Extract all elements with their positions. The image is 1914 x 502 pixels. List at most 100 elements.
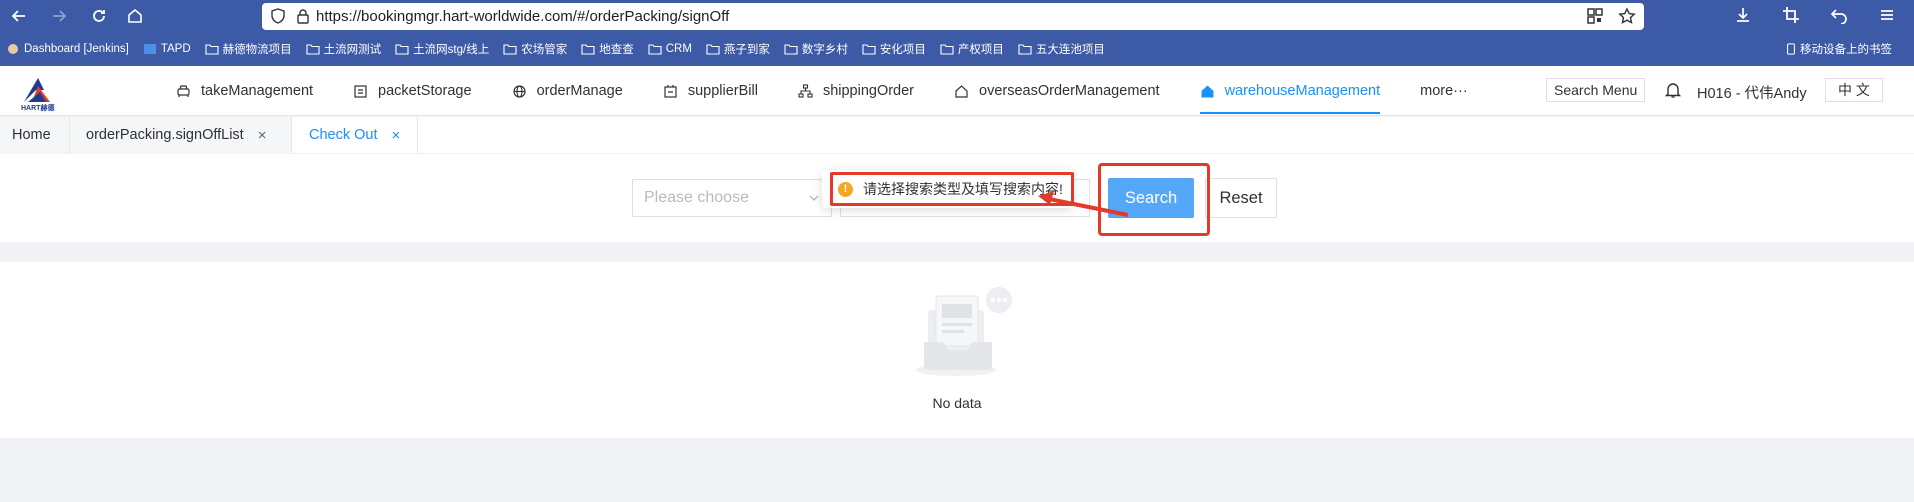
crop-icon[interactable] xyxy=(1782,6,1800,24)
folder-icon xyxy=(581,44,595,55)
bookmark-item[interactable]: 产权项目 xyxy=(940,41,1004,57)
bookmark-item[interactable]: 土流网stg/线上 xyxy=(395,41,489,57)
menu-label: orderManage xyxy=(536,83,623,99)
home-icon[interactable] xyxy=(122,3,148,29)
bookmark-item[interactable]: 五大连池项目 xyxy=(1018,41,1105,57)
globe-icon xyxy=(512,84,526,98)
menu-more[interactable]: more··· xyxy=(1420,66,1468,116)
bookmark-item[interactable]: 地查查 xyxy=(581,41,634,57)
chevron-down-icon xyxy=(809,195,819,201)
mobile-bookmarks[interactable]: 移动设备上的书签 xyxy=(1786,41,1892,57)
star-icon[interactable] xyxy=(1618,7,1636,25)
menu-take-management[interactable]: takeManagement xyxy=(176,66,313,116)
bookmark-label: 地查查 xyxy=(599,44,634,56)
bell-icon[interactable] xyxy=(1664,81,1682,99)
menu-label: packetStorage xyxy=(378,83,472,99)
table-area: No data xyxy=(0,262,1914,438)
bookmark-label: 安化项目 xyxy=(879,44,926,56)
bookmark-item[interactable]: 燕子到家 xyxy=(706,41,770,57)
bookmark-item[interactable]: TAPD xyxy=(143,43,191,55)
tab-check-out[interactable]: Check Out × xyxy=(292,117,418,153)
menu-packet-storage[interactable]: packetStorage xyxy=(353,66,472,116)
back-icon[interactable] xyxy=(6,3,32,29)
bookmark-item[interactable]: 赫德物流项目 xyxy=(205,41,292,57)
bookmark-item[interactable]: 数字乡村 xyxy=(784,41,848,57)
empty-box-icon xyxy=(916,287,1012,376)
hamburger-menu-icon[interactable] xyxy=(1878,6,1896,24)
menu-order-manage[interactable]: orderManage xyxy=(512,66,623,116)
forward-icon[interactable] xyxy=(46,3,72,29)
url-text[interactable]: https://bookingmgr.hart-worldwide.com/#/… xyxy=(316,8,729,25)
bookmark-label: CRM xyxy=(665,43,692,55)
bookmark-label: 五大连池项目 xyxy=(1035,44,1105,56)
bookmark-label: 土流网测试 xyxy=(323,44,382,56)
home-filled-icon xyxy=(1201,85,1214,97)
folder-icon xyxy=(784,44,798,55)
phone-icon xyxy=(1787,43,1795,55)
tab-label: orderPacking.signOffList xyxy=(86,127,244,143)
lock-icon[interactable] xyxy=(296,8,310,24)
main-menu: takeManagement packetStorage orderManage… xyxy=(176,66,1508,116)
search-type-select[interactable]: Please choose xyxy=(632,179,832,217)
folder-icon xyxy=(1018,44,1032,55)
menu-warehouse-management[interactable]: warehouseManagement xyxy=(1199,66,1381,116)
car-icon xyxy=(177,84,190,97)
folder-icon xyxy=(205,44,219,55)
tab-label: Check Out xyxy=(309,127,378,143)
browser-toolbar: https://bookingmgr.hart-worldwide.com/#/… xyxy=(0,0,1914,32)
menu-label: takeManagement xyxy=(201,83,314,99)
bookmark-item[interactable]: CRM xyxy=(648,43,692,55)
folder-icon xyxy=(862,44,876,55)
bookmark-label: Dashboard [Jenkins] xyxy=(24,43,129,55)
bill-icon xyxy=(664,84,677,98)
hart-logo[interactable]: HART赫德 xyxy=(18,72,58,112)
bookmark-label: 产权项目 xyxy=(957,44,1004,56)
menu-label: more··· xyxy=(1420,83,1468,99)
tab-sign-off-list[interactable]: orderPacking.signOffList × xyxy=(70,117,292,153)
user-name[interactable]: H016 - 代伟Andy xyxy=(1697,82,1807,103)
tree-icon xyxy=(798,83,813,98)
address-bar[interactable]: https://bookingmgr.hart-worldwide.com/#/… xyxy=(262,3,1644,30)
reload-icon[interactable] xyxy=(86,3,112,29)
close-icon[interactable]: × xyxy=(392,127,401,144)
bookmark-item[interactable]: 农场管家 xyxy=(503,41,567,57)
bookmark-label: TAPD xyxy=(160,43,191,55)
select-placeholder: Please choose xyxy=(644,189,749,206)
bookmark-item[interactable]: 安化项目 xyxy=(862,41,926,57)
folder-icon xyxy=(706,44,720,55)
menu-shipping-order[interactable]: shippingOrder xyxy=(798,66,914,116)
bookmark-label: 农场管家 xyxy=(521,44,568,56)
bookmark-item[interactable]: Dashboard [Jenkins] xyxy=(6,43,129,55)
folder-icon xyxy=(940,44,954,55)
jenkins-icon xyxy=(8,44,18,54)
undo-icon[interactable] xyxy=(1830,6,1848,24)
bookmark-item[interactable]: 土流网测试 xyxy=(306,41,382,57)
menu-supplier-bill[interactable]: supplierBill xyxy=(663,66,758,116)
folder-icon xyxy=(648,44,662,55)
close-icon[interactable]: × xyxy=(258,127,267,144)
language-switch[interactable]: 中 文 xyxy=(1825,78,1883,102)
search-panel: Please choose Search Reset ! 请选择搜索类型及填写搜… xyxy=(0,154,1914,242)
mobile-bookmarks-label: 移动设备上的书签 xyxy=(1800,44,1892,56)
menu-label: supplierBill xyxy=(687,83,758,99)
menu-label: overseasOrderManagement xyxy=(979,83,1160,99)
menu-label: shippingOrder xyxy=(822,83,915,99)
folder-icon xyxy=(503,44,517,55)
annotation-arrow xyxy=(1038,191,1129,217)
tapd-icon xyxy=(143,44,156,54)
menu-overseas-order-management[interactable]: overseasOrderManagement xyxy=(954,66,1160,116)
bookmark-label: 赫德物流项目 xyxy=(222,44,292,56)
tab-home[interactable]: Home xyxy=(0,117,70,153)
home-outline-icon xyxy=(955,84,968,98)
box-icon xyxy=(354,84,367,98)
qr-code-icon[interactable] xyxy=(1586,7,1604,25)
app-header: HART赫德 takeManagement packetStorage orde… xyxy=(0,66,1914,116)
shield-icon[interactable] xyxy=(270,8,286,24)
bookmark-label: 土流网stg/线上 xyxy=(413,44,490,56)
menu-label: warehouseManagement xyxy=(1224,83,1381,99)
download-icon[interactable] xyxy=(1734,6,1752,24)
search-menu-button[interactable]: Search Menu xyxy=(1546,78,1646,102)
folder-icon xyxy=(395,44,409,55)
reset-button[interactable]: Reset xyxy=(1205,178,1277,218)
bookmark-label: 燕子到家 xyxy=(723,44,770,56)
